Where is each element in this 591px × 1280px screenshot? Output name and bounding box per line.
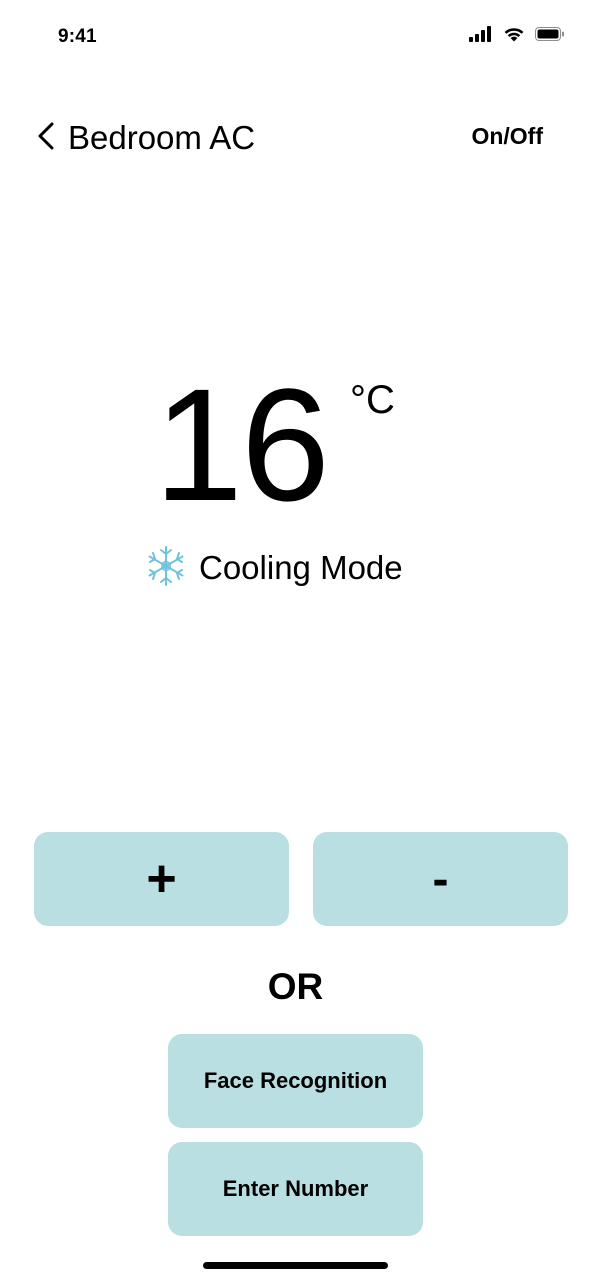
temperature-value: 16 (154, 355, 330, 534)
back-button[interactable] (28, 116, 64, 160)
temperature-display: 16 °C (0, 360, 591, 530)
battery-icon (535, 26, 565, 42)
power-toggle-button[interactable]: On/Off (471, 123, 543, 150)
status-bar: 9:41 (0, 0, 591, 72)
signal-icon (469, 26, 493, 42)
or-divider-label: OR (267, 966, 324, 1007)
face-recognition-button[interactable]: Face Recognition (168, 1034, 423, 1128)
wifi-icon (503, 26, 525, 42)
mode-label: Cooling Mode (199, 549, 403, 586)
enter-number-button[interactable]: Enter Number (168, 1142, 423, 1236)
mode-indicator: Cooling Mode (145, 545, 403, 591)
snowflake-icon (145, 545, 187, 592)
decrease-temperature-button[interactable]: - (313, 832, 568, 926)
header: Bedroom AC On/Off (0, 110, 591, 166)
page-title: Bedroom AC (68, 119, 256, 156)
temperature-unit: °C (350, 378, 395, 422)
status-icons (469, 26, 565, 42)
chevron-left-icon (36, 121, 56, 156)
increase-temperature-button[interactable]: + (34, 832, 289, 926)
home-indicator[interactable] (203, 1262, 388, 1269)
status-time: 9:41 (58, 26, 97, 47)
